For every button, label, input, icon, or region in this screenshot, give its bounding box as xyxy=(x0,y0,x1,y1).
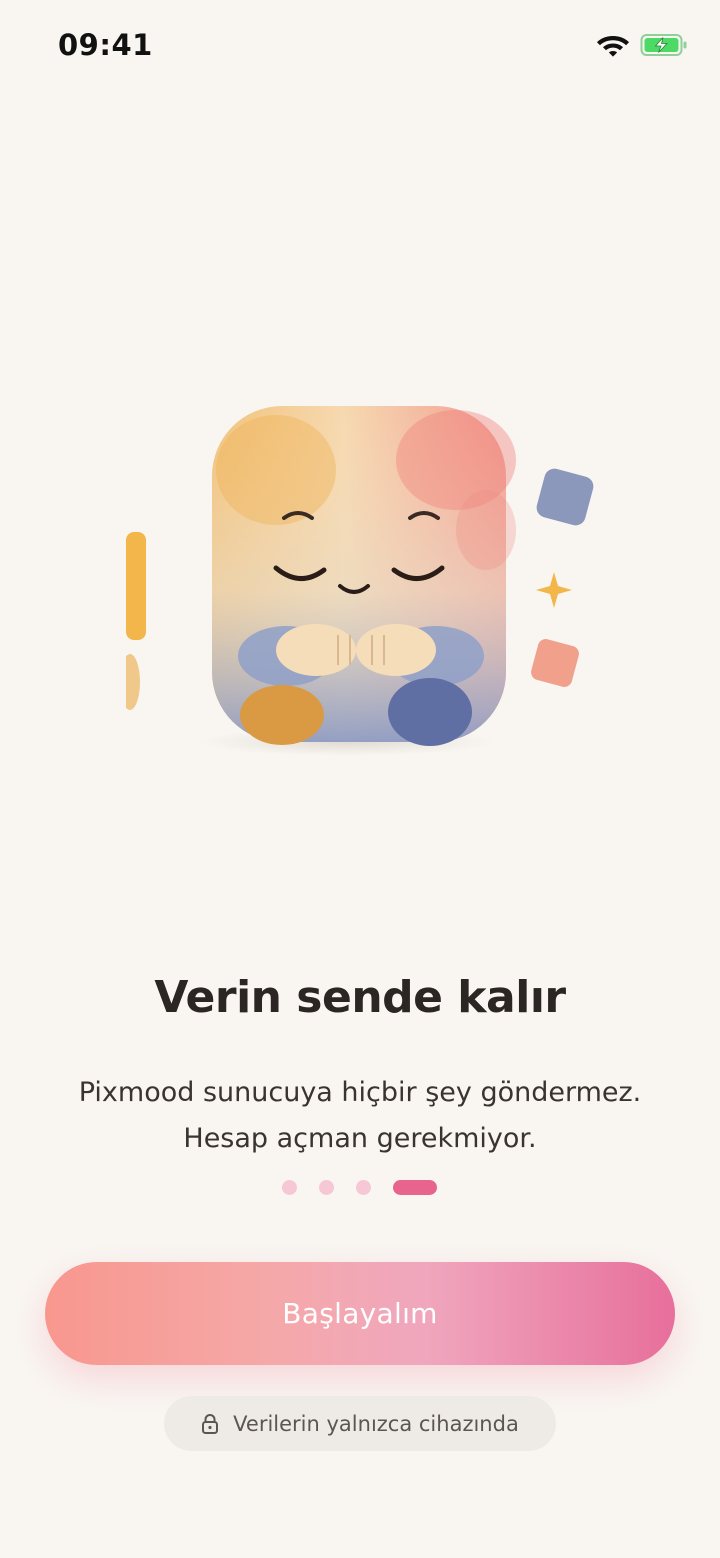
page-indicator xyxy=(282,1179,437,1195)
start-button-label: Başlayalım xyxy=(282,1297,438,1330)
privacy-badge: Verilerin yalnızca cihazında xyxy=(164,1396,556,1451)
privacy-text: Verilerin yalnızca cihazında xyxy=(233,1411,519,1436)
page-dot-1[interactable] xyxy=(282,1179,297,1195)
battery-charging-icon xyxy=(640,34,687,56)
page-dot-4-active[interactable] xyxy=(393,1179,437,1195)
onboarding-title: Verin sende kalır xyxy=(154,972,566,1023)
page-dot-3[interactable] xyxy=(356,1179,371,1195)
page-dot-2[interactable] xyxy=(319,1179,334,1195)
onboarding-screen: 09:41 Verin sende kalır Pixmood sunucuya… xyxy=(0,0,720,1558)
lock-icon xyxy=(202,1413,219,1434)
status-bar: 09:41 xyxy=(0,0,720,92)
onboarding-subtitle: Pixmood sunucuya hiçbir şey göndermez. H… xyxy=(78,1077,642,1154)
start-button[interactable]: Başlayalım xyxy=(45,1262,675,1365)
status-time: 09:41 xyxy=(58,28,153,62)
wifi-icon xyxy=(597,36,629,57)
mascot-illustration xyxy=(126,406,594,756)
